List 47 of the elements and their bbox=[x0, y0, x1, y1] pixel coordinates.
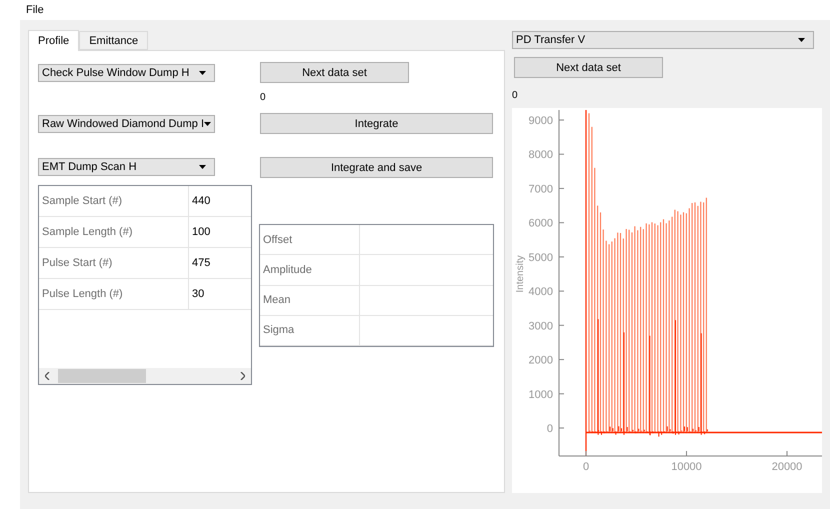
parameter-name: Sample Start (#) bbox=[39, 186, 189, 216]
x-tick-label: 0 bbox=[582, 461, 590, 473]
scroll-left-icon[interactable] bbox=[45, 372, 50, 380]
parameter-name: Pulse Length (#) bbox=[39, 279, 189, 309]
result-name: Amplitude bbox=[260, 255, 360, 284]
counter-value: 0 bbox=[260, 92, 267, 104]
x-tick-label: 20000 bbox=[772, 461, 802, 473]
scroll-right-icon[interactable] bbox=[240, 372, 245, 380]
parameter-value[interactable]: 30 bbox=[189, 279, 251, 309]
next-data-set-button[interactable]: Next data set bbox=[514, 57, 663, 78]
menu-item[interactable]: File bbox=[26, 4, 44, 16]
parameter-value[interactable]: 440 bbox=[189, 186, 251, 216]
tab[interactable]: Profile bbox=[28, 30, 80, 51]
y-tick-label: 8000 bbox=[528, 149, 553, 162]
y-tick-label: 9000 bbox=[528, 115, 553, 128]
parameter-name: Sample Length (#) bbox=[39, 217, 189, 247]
tab[interactable]: Emittance bbox=[79, 31, 148, 50]
parameter-value[interactable]: 475 bbox=[189, 248, 251, 278]
horizontal-scrollbar[interactable] bbox=[39, 368, 251, 384]
y-tick-label: 3000 bbox=[528, 320, 553, 332]
y-axis-label: Intensity bbox=[515, 255, 526, 293]
dropdown[interactable]: Raw Windowed Diamond Dump I bbox=[38, 115, 215, 133]
y-tick-label: 0 bbox=[546, 423, 553, 435]
y-tick-label: 4000 bbox=[528, 286, 553, 298]
x-tick-label: 10000 bbox=[671, 461, 702, 473]
y-tick-label: 2000 bbox=[528, 354, 553, 367]
caret-icon bbox=[798, 38, 805, 42]
result-name: Mean bbox=[260, 286, 360, 315]
counter-value: 0 bbox=[512, 90, 519, 102]
caret-icon bbox=[204, 122, 212, 126]
parameter-name: Pulse Start (#) bbox=[39, 248, 189, 278]
caret-icon bbox=[199, 165, 206, 169]
next-data-set-button[interactable]: Next data set bbox=[260, 62, 409, 83]
caret-icon bbox=[199, 71, 206, 75]
dropdown[interactable]: EMT Dump Scan H bbox=[38, 158, 215, 176]
y-tick-label: 6000 bbox=[528, 218, 553, 230]
y-tick-label: 1000 bbox=[528, 388, 553, 401]
result-name: Sigma bbox=[260, 316, 360, 345]
scrollbar-thumb[interactable] bbox=[58, 369, 146, 383]
integrate-and-save-button[interactable]: Integrate and save bbox=[260, 157, 493, 178]
dropdown[interactable]: Check Pulse Window Dump H bbox=[38, 64, 215, 82]
parameter-value[interactable]: 100 bbox=[189, 217, 251, 247]
dropdown[interactable]: PD Transfer V bbox=[512, 31, 814, 49]
y-tick-label: 5000 bbox=[528, 252, 553, 264]
result-name: Offset bbox=[260, 225, 360, 254]
y-tick-label: 7000 bbox=[528, 183, 553, 196]
integrate-button[interactable]: Integrate bbox=[260, 113, 493, 134]
